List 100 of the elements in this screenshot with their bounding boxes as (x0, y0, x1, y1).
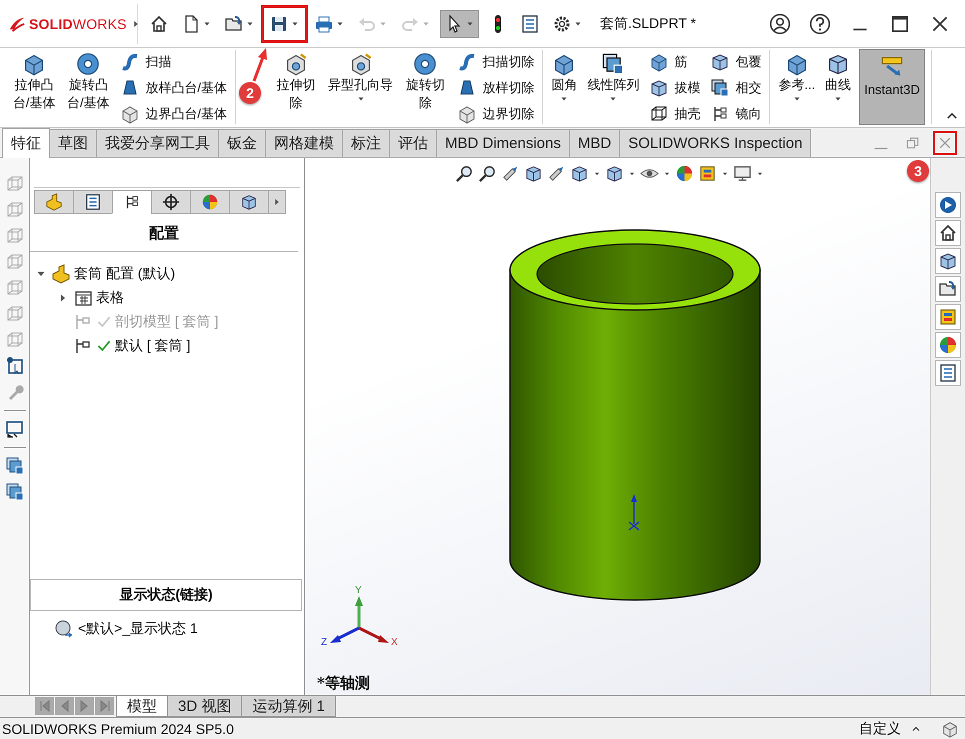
tree-item[interactable]: 默认 [ 套筒 ] (115, 337, 190, 355)
settings-icon (552, 14, 572, 34)
monitor-icon[interactable] (733, 164, 752, 183)
ribbon-tab[interactable]: MBD Dimensions (436, 129, 570, 157)
magnifier-icon[interactable] (478, 164, 497, 183)
shape-icon (649, 78, 670, 98)
command-button[interactable]: 镜向 (708, 102, 764, 126)
model-tab[interactable]: 模型 (116, 696, 168, 717)
ribbon-tab[interactable]: 网格建模 (265, 129, 343, 157)
cube-icon[interactable] (935, 248, 961, 274)
layers-icon[interactable] (4, 482, 24, 502)
axis-triad-drawing (330, 596, 389, 643)
command-button[interactable]: 扫描切除 (455, 50, 536, 74)
palette-icon[interactable] (698, 164, 717, 183)
close-icon (937, 135, 953, 151)
home-icon[interactable] (935, 220, 961, 246)
app-logo: SOLIDWORKS (29, 16, 127, 32)
panel-tab[interactable] (73, 190, 113, 214)
scroll-tabs-button[interactable] (268, 190, 286, 214)
cube-icon[interactable] (524, 164, 543, 183)
part-icon (51, 264, 71, 284)
toolbar-button[interactable] (440, 10, 479, 38)
cube-icon[interactable] (570, 164, 589, 183)
ribbon-tab[interactable]: 标注 (342, 129, 390, 157)
command-button[interactable]: 边界凸台/基体 (118, 102, 229, 126)
flashlight-icon[interactable] (547, 164, 566, 183)
axis-label: Y (355, 585, 362, 596)
ribbon-tab[interactable]: MBD (568, 129, 620, 157)
document-title: 套筒.SLDPRT * (600, 14, 696, 32)
color-ball-icon (201, 193, 219, 211)
command-button[interactable]: 放样切除 (455, 76, 536, 100)
view-label: *等轴测 (317, 674, 370, 693)
panel-tab[interactable] (112, 190, 152, 214)
command-button[interactable]: 异型孔向导 (326, 50, 396, 106)
command-button[interactable]: 放样凸台/基体 (118, 76, 229, 100)
flashlight-icon[interactable] (501, 164, 520, 183)
ribbon-tab[interactable]: 评估 (389, 129, 437, 157)
axis-label: Z (321, 637, 328, 648)
screen-icon[interactable] (4, 419, 24, 439)
command-button[interactable]: 拔模 (647, 76, 702, 100)
minimize-icon (873, 147, 889, 150)
list-icon (520, 14, 540, 34)
command-button[interactable]: 包覆 (708, 50, 764, 74)
list-item[interactable]: <默认>_显示状态 1 (78, 620, 198, 638)
restore-icon (905, 135, 921, 151)
shape-icon (710, 78, 730, 98)
tree-item[interactable]: 套筒 配置 (默认) (74, 265, 176, 283)
list-icon[interactable] (935, 360, 961, 386)
model-tab[interactable]: 运动算例 1 (241, 696, 336, 717)
color-ball-icon[interactable] (675, 164, 694, 183)
pointer-arrow (252, 48, 268, 82)
panel-tab[interactable] (151, 190, 191, 214)
command-button[interactable]: 旋转凸台/基体 (64, 50, 112, 114)
command-button[interactable]: 边界切除 (455, 102, 536, 126)
display-state-icon (54, 619, 74, 639)
section-heading: 显示状态(链接) (30, 579, 302, 611)
navigation-arrows-icon[interactable] (34, 696, 116, 716)
ribbon-tab[interactable]: 我爱分享网工具 (96, 129, 219, 157)
home-icon (149, 14, 169, 34)
panel-tab[interactable] (229, 190, 269, 214)
command-button[interactable]: 旋转切除 (401, 50, 450, 114)
command-button[interactable]: 参考... (776, 50, 818, 106)
tree-item[interactable]: 表格 (96, 289, 124, 307)
help-icon[interactable] (809, 12, 831, 34)
open-folder-icon (224, 14, 244, 34)
cube-icon (240, 193, 258, 211)
user-icon[interactable] (769, 12, 791, 34)
command-button[interactable]: 抽壳 (647, 102, 702, 126)
command-button[interactable]: 线性阵列 (585, 50, 642, 106)
command-button[interactable]: 曲线 (823, 50, 854, 106)
command-button[interactable]: 相交 (708, 76, 764, 100)
ribbon-tab[interactable]: 草图 (49, 129, 97, 157)
palette-icon[interactable] (935, 304, 961, 330)
shape-icon (413, 52, 438, 76)
window-control-button[interactable] (933, 131, 957, 155)
model-tab[interactable]: 3D 视图 (167, 696, 242, 717)
panel-heading: 配置 (30, 214, 298, 252)
ribbon-tab[interactable]: SOLIDWORKS Inspection (619, 129, 812, 157)
command-button[interactable]: 筋 (647, 50, 702, 74)
layers-icon[interactable] (4, 456, 24, 476)
ribbon-tab[interactable]: 钣金 (218, 129, 266, 157)
status-icon[interactable] (941, 720, 959, 738)
toggle-button[interactable]: Instant3D (859, 49, 925, 125)
part-icon (45, 193, 63, 211)
magnifier-icon[interactable] (455, 164, 474, 183)
cube-icon[interactable] (605, 164, 624, 183)
ribbon-tab[interactable]: 特征 (2, 128, 50, 158)
shape-icon (76, 52, 100, 76)
new-item-icon[interactable] (4, 356, 24, 376)
command-button[interactable]: 拉伸切除 (272, 50, 320, 114)
units-selector[interactable]: 自定义 (859, 720, 901, 738)
crosshair-icon (162, 193, 180, 211)
status-text: SOLIDWORKS Premium 2024 SP5.0 (2, 720, 234, 736)
command-button[interactable]: 拉伸凸台/基体 (10, 50, 58, 114)
axis-label: X (391, 637, 398, 648)
command-button[interactable]: 圆角 (549, 50, 580, 106)
shape-icon (710, 52, 730, 72)
command-button[interactable]: 扫描 (118, 50, 229, 74)
folder-icon[interactable] (935, 276, 961, 302)
origin-icon (628, 494, 640, 531)
